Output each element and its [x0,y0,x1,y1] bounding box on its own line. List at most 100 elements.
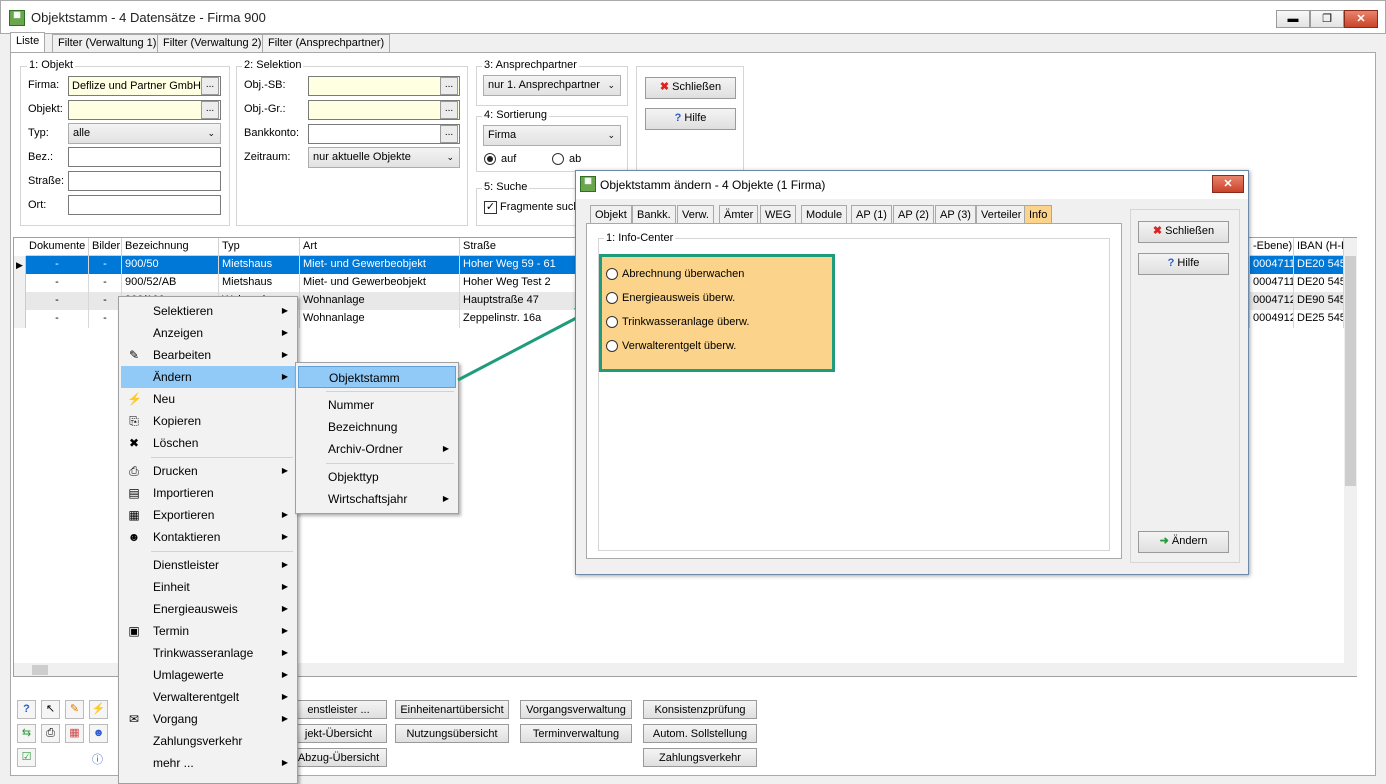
menu-item-importieren[interactable]: ▤ Importieren [121,482,295,504]
menu-item-umlagewerte[interactable]: Umlagewerte ▶ [121,664,295,686]
dialog-tab-9[interactable]: Verteiler [976,205,1027,224]
header-iban[interactable]: IBAN (H-Ebe [1294,238,1344,256]
menu-item-ändern[interactable]: Ändern ▶ [121,366,295,388]
dialog-tab-8[interactable]: AP (3) [935,205,976,224]
table-cell-eb[interactable]: 0004711 [1250,274,1294,292]
table-cell-art[interactable]: Wohnanlage [300,292,460,310]
sollstellung-button[interactable]: Autom. Sollstellung [643,724,757,743]
ort-input[interactable] [68,195,221,215]
bankkonto-input[interactable] [308,124,460,144]
menu-item-einheit[interactable]: Einheit ▶ [121,576,295,598]
dialog-tab-6[interactable]: AP (1) [851,205,892,224]
dienstleister-button[interactable]: enstleister ... [290,700,387,719]
abzug-uebersicht-button[interactable]: Abzug-Übersicht [290,748,387,767]
row-marker[interactable]: ▶ [14,256,26,274]
firma-input[interactable]: Deflize und Partner GmbH [68,76,221,96]
submenu-item-wirtschaftsjahr[interactable]: Wirtschaftsjahr ▶ [298,488,456,510]
table-cell-dok[interactable]: - [26,274,89,292]
table-cell-dok[interactable]: - [26,256,89,274]
menu-item-löschen[interactable]: ✖ Löschen [121,432,295,454]
tab-filter-verwaltung-2[interactable]: Filter (Verwaltung 2) [157,34,268,52]
tab-filter-verwaltung-1[interactable]: Filter (Verwaltung 1) [52,34,163,52]
table-cell-dok[interactable]: - [26,310,89,328]
objekt-uebersicht-button[interactable]: jekt-Übersicht [290,724,387,743]
menu-item-bearbeiten[interactable]: ✎ Bearbeiten ▶ [121,344,295,366]
tab-filter-ansprechpartner[interactable]: Filter (Ansprechpartner) [262,34,391,52]
menu-item-exportieren[interactable]: ▦ Exportieren ▶ [121,504,295,526]
menu-item-kontaktieren[interactable]: ☻ Kontaktieren ▶ [121,526,295,548]
header-bezeichnung[interactable]: Bezeichnung [122,238,219,256]
menu-item-anzeigen[interactable]: Anzeigen ▶ [121,322,295,344]
fragmente-checkbox[interactable]: ✓ [484,201,497,214]
menu-item-mehr[interactable]: mehr ... ▶ [121,752,295,774]
export-icon[interactable]: ▦ [65,724,84,743]
menu-item-neu[interactable]: ⚡ Neu [121,388,295,410]
zahlungsverkehr-button[interactable]: Zahlungsverkehr [643,748,757,767]
menu-item-vorgang[interactable]: ✉ Vorgang ▶ [121,708,295,730]
h-scrollbar-thumb[interactable] [32,665,48,675]
submenu-item-objekttyp[interactable]: Objekttyp [298,466,456,488]
menu-item-kopieren[interactable]: ⎘ Kopieren [121,410,295,432]
scrollbar-thumb[interactable] [1345,256,1356,486]
schliessen-button[interactable]: ✖ Schließen [645,77,736,99]
termin-button[interactable]: Terminverwaltung [520,724,632,743]
table-cell-typ[interactable]: Mietshaus [219,274,300,292]
table-cell-iban[interactable]: DE25 5455 0 [1294,310,1344,328]
strasse-input[interactable] [68,171,221,191]
dialog-aendern-button[interactable]: ➜ Ändern [1138,531,1229,553]
radio-ab[interactable] [552,153,564,165]
menu-item-selektieren[interactable]: Selektieren ▶ [121,300,295,322]
menu-item-verwalterentgelt[interactable]: Verwalterentgelt ▶ [121,686,295,708]
minimize-button[interactable]: ▬ [1276,10,1310,28]
contacts-icon[interactable]: ☻ [89,724,108,743]
submenu-item-objektstamm[interactable]: Objektstamm [298,366,456,388]
radio-auf[interactable] [484,153,496,165]
table-cell-art[interactable]: Miet- und Gewerbeobjekt [300,274,460,292]
zeitraum-select[interactable]: nur aktuelle Objekte ⌄ [308,147,460,168]
menu-item-trinkwasseranlage[interactable]: Trinkwasseranlage ▶ [121,642,295,664]
typ-select[interactable]: alle ⌄ [68,123,221,144]
header-bilder[interactable]: Bilder [89,238,122,256]
submenu-item-archiv-ordner[interactable]: Archiv-Ordner ▶ [298,438,456,460]
info-option-radio[interactable] [606,340,618,352]
table-cell-art[interactable]: Wohnanlage [300,310,460,328]
pencil-icon[interactable]: ✎ [65,700,84,719]
table-cell-eb[interactable]: 0004912 [1250,310,1294,328]
hilfe-button[interactable]: ? Hilfe [645,108,736,130]
dialog-schliessen-button[interactable]: ✖ Schließen [1138,221,1229,243]
dialog-close-button[interactable]: ✕ [1212,175,1244,193]
header-ebene[interactable]: -Ebene) [1250,238,1294,256]
objgr-browse-button[interactable]: ... [440,101,458,119]
objgr-input[interactable] [308,100,460,120]
table-cell-bild[interactable]: - [89,274,122,292]
submenu-item-bezeichnung[interactable]: Bezeichnung [298,416,456,438]
row-marker[interactable] [14,274,26,292]
table-cell-iban[interactable]: DE20 5455 0 [1294,256,1344,274]
ansprechpartner-select[interactable]: nur 1. Ansprechpartner ⌄ [483,75,621,96]
header-art[interactable]: Art [300,238,460,256]
table-cell-iban[interactable]: DE20 5455 0 [1294,274,1344,292]
dialog-tab-5[interactable]: Module [801,205,848,224]
dialog-tab-10[interactable]: Info [1024,205,1053,224]
table-cell-bild[interactable]: - [89,256,122,274]
header-dokumente[interactable]: Dokumente [26,238,89,256]
konsistenz-button[interactable]: Konsistenzprüfung [643,700,757,719]
print-icon[interactable]: ⎙ [41,724,60,743]
maximize-button[interactable]: ❐ [1310,10,1344,28]
objsb-browse-button[interactable]: ... [440,77,458,95]
dialog-tab-0[interactable]: Objekt [590,205,632,224]
bez-input[interactable] [68,147,221,167]
menu-item-dienstleister[interactable]: Dienstleister ▶ [121,554,295,576]
row-marker[interactable] [14,292,26,310]
table-cell-typ[interactable]: Mietshaus [219,256,300,274]
table-cell-eb[interactable]: 0004711 [1250,256,1294,274]
tab-liste[interactable]: Liste [10,32,46,53]
dialog-tab-7[interactable]: AP (2) [893,205,934,224]
header-typ[interactable]: Typ [219,238,300,256]
firma-browse-button[interactable]: ... [201,77,219,95]
sortierung-select[interactable]: Firma ⌄ [483,125,621,146]
check-icon[interactable]: ☑ [17,748,36,767]
einheitenart-button[interactable]: Einheitenartübersicht [395,700,509,719]
menu-item-termin[interactable]: ▣ Termin ▶ [121,620,295,642]
dialog-tab-2[interactable]: Verw. [677,205,714,224]
